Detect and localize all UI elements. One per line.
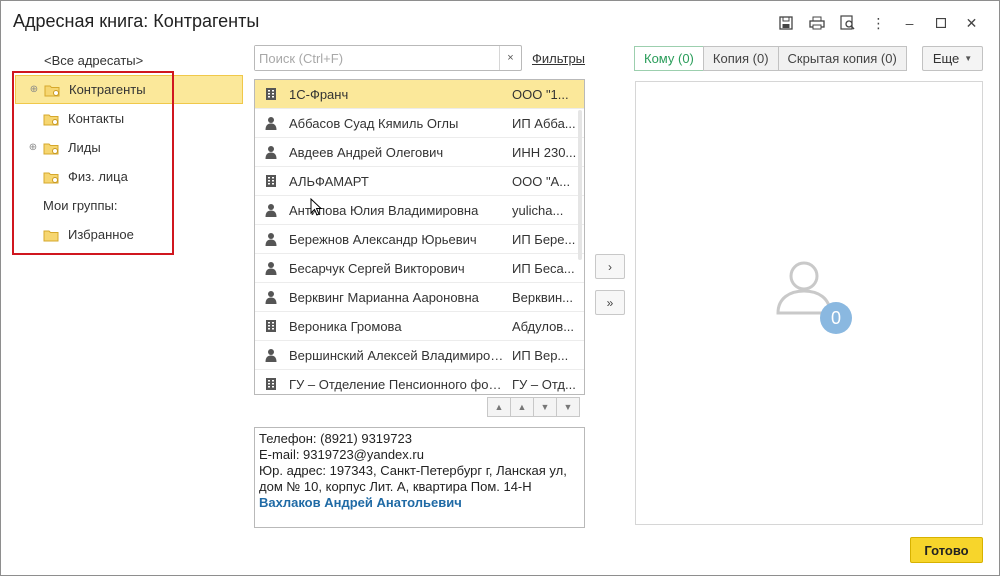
- contact-row[interactable]: Вершинский Алексей Владимирович ИП Вер...: [255, 341, 584, 370]
- contact-extra-info: ИП Абба...: [512, 115, 576, 131]
- contact-row[interactable]: ГУ – Отделение Пенсионного фонда ГУ – Отд…: [255, 370, 584, 394]
- details-phone: Телефон: (8921) 9319723: [259, 431, 412, 446]
- minimize-icon[interactable]: –: [894, 13, 925, 33]
- mouse-cursor-icon: [310, 198, 322, 216]
- organization-icon: [263, 377, 279, 391]
- organization-icon: [263, 87, 279, 101]
- details-email: E-mail: 9319723@yandex.ru: [259, 447, 424, 462]
- contact-extra-info: ИП Бере...: [512, 231, 576, 247]
- add-all-button[interactable]: »: [595, 290, 625, 315]
- contact-name: Аббасов Суад Кямиль Оглы: [289, 115, 459, 131]
- contact-extra-info: ИП Вер...: [512, 347, 569, 363]
- scroll-down-button[interactable]: ▼: [533, 397, 557, 417]
- all-recipients-item[interactable]: <Все адресаты>: [44, 53, 143, 68]
- scroll-to-bottom-button[interactable]: ▼: [556, 397, 580, 417]
- contact-name: Бесарчук Сергей Викторович: [289, 260, 465, 276]
- annotation-highlight-frame: [12, 71, 174, 255]
- add-selected-button[interactable]: ›: [595, 254, 625, 279]
- contact-row[interactable]: АЛЬФАМАРТ ООО "А...: [255, 167, 584, 196]
- contact-row[interactable]: Антипова Юлия Владимировна yulicha...: [255, 196, 584, 225]
- contacts-list: 1С-Франч ООО "1... Аббасов Суад Кямиль Огл…: [254, 79, 585, 395]
- person-icon: [263, 203, 279, 217]
- maximize-icon[interactable]: [925, 13, 956, 33]
- done-button[interactable]: Готово: [910, 537, 983, 563]
- contact-extra-info: ГУ – Отд...: [512, 376, 576, 392]
- details-address: Юр. адрес: 197343, Санкт-Петербург г, Ла…: [259, 463, 567, 478]
- contact-extra-info: ООО "А...: [512, 173, 571, 189]
- contact-extra-info: ИП Беса...: [512, 260, 575, 276]
- search-box: ×: [254, 45, 522, 71]
- contact-name: Вероника Громова: [289, 318, 402, 334]
- tab-to[interactable]: Кому (0): [634, 46, 704, 71]
- recipients-count-badge: 0: [820, 302, 852, 334]
- tab-bcc[interactable]: Скрытая копия (0): [777, 46, 907, 71]
- contact-row[interactable]: Верквинг Марианна Аароновна Верквин...: [255, 283, 584, 312]
- person-icon: [263, 261, 279, 275]
- contact-row[interactable]: Бесарчук Сергей Викторович ИП Беса...: [255, 254, 584, 283]
- person-icon: [263, 116, 279, 130]
- window-toolbar: ⋮ – ✕: [770, 13, 987, 33]
- filters-link[interactable]: Фильтры: [532, 51, 585, 66]
- empty-recipients-placeholder: 0: [774, 258, 864, 338]
- contact-extra-info: Абдулов...: [512, 318, 575, 334]
- organization-icon: [263, 319, 279, 333]
- clear-search-button[interactable]: ×: [499, 46, 521, 70]
- contact-name: Верквинг Марианна Аароновна: [289, 289, 479, 305]
- list-navigation: ▲ ▲ ▼ ▼: [487, 397, 580, 417]
- scrollbar-thumb[interactable]: [578, 110, 582, 260]
- contact-extra-info: Верквин...: [512, 289, 574, 305]
- scroll-up-button[interactable]: ▲: [510, 397, 534, 417]
- tab-cc[interactable]: Копия (0): [702, 46, 779, 71]
- contact-extra-info: ИНН 230...: [512, 144, 577, 160]
- details-contact-person[interactable]: Вахлаков Андрей Анатольевич: [259, 495, 580, 511]
- recipient-tabs: Кому (0) Копия (0) Скрытая копия (0): [634, 46, 907, 71]
- contact-name: Авдеев Андрей Олегович: [289, 144, 444, 160]
- contact-name: ГУ – Отделение Пенсионного фонда: [289, 376, 507, 392]
- close-icon[interactable]: ✕: [956, 13, 987, 33]
- contact-row[interactable]: Бережнов Александр Юрьевич ИП Бере...: [255, 225, 584, 254]
- person-icon: [263, 145, 279, 159]
- contact-row[interactable]: Аббасов Суад Кямиль Оглы ИП Абба...: [255, 109, 584, 138]
- contact-row[interactable]: Авдеев Андрей Олегович ИНН 230...: [255, 138, 584, 167]
- preview-icon[interactable]: [832, 13, 863, 33]
- chevron-down-icon: ▼: [964, 54, 973, 63]
- scroll-to-top-button[interactable]: ▲: [487, 397, 511, 417]
- contact-extra-info: ООО "1...: [512, 86, 569, 102]
- list-scrollbar[interactable]: [576, 80, 584, 394]
- print-icon[interactable]: [801, 13, 832, 33]
- contact-name: Вершинский Алексей Владимирович: [289, 347, 507, 363]
- person-icon: [263, 232, 279, 246]
- organization-icon: [263, 174, 279, 188]
- more-vertical-icon[interactable]: ⋮: [863, 13, 894, 33]
- contact-row[interactable]: 1С-Франч ООО "1...: [255, 80, 584, 109]
- contact-name: 1С-Франч: [289, 86, 349, 102]
- address-book-window: Адресная книга: Контрагенты ⋮ – ✕ <Все а…: [0, 0, 1000, 576]
- person-icon: [263, 348, 279, 362]
- recipients-panel: 0: [635, 81, 983, 525]
- window-title: Адресная книга: Контрагенты: [13, 11, 260, 31]
- details-address-cont: дом № 10, корпус Лит. А, квартира Пом. 1…: [259, 479, 532, 494]
- contact-row[interactable]: Вероника Громова Абдулов...: [255, 312, 584, 341]
- contact-name: Бережнов Александр Юрьевич: [289, 231, 477, 247]
- contact-name: АЛЬФАМАРТ: [289, 173, 369, 189]
- more-button[interactable]: Еще ▼: [922, 46, 983, 71]
- person-icon: [263, 290, 279, 304]
- contact-details: Телефон: (8921) 9319723 E-mail: 9319723@…: [254, 427, 585, 528]
- contact-extra-info: yulicha...: [512, 202, 564, 218]
- more-label: Еще: [932, 51, 960, 66]
- search-input[interactable]: [255, 46, 495, 70]
- save-icon[interactable]: [770, 13, 801, 33]
